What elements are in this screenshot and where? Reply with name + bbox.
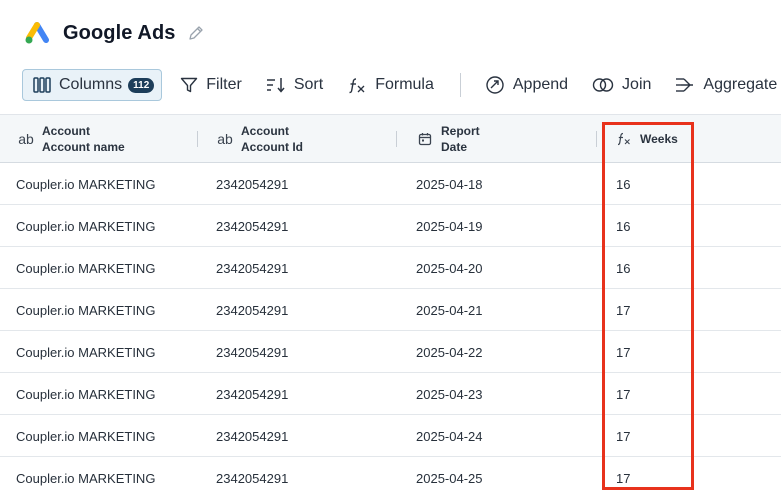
table-row[interactable]: Coupler.io MARKETING 2342054291 2025-04-21…	[0, 289, 781, 331]
cell-account-id[interactable]: 2342054291	[216, 205, 288, 247]
column-resize-handle[interactable]	[396, 131, 397, 147]
cell-report-date[interactable]: 2025-04-23	[416, 373, 483, 415]
data-grid: ab Account Account name ab Account Accou…	[0, 114, 781, 494]
cell-report-date[interactable]: 2025-04-22	[416, 331, 483, 373]
table-row[interactable]: Coupler.io MARKETING 2342054291 2025-04-25…	[0, 457, 781, 494]
toolbar: Columns 112 Filter Sort Formula Append J…	[22, 69, 781, 101]
join-button[interactable]: Join	[592, 69, 651, 101]
table-row[interactable]: Coupler.io MARKETING 2342054291 2025-04-24…	[0, 415, 781, 457]
aggregate-label: Aggregate	[703, 76, 778, 93]
cell-account-name[interactable]: Coupler.io MARKETING	[16, 289, 155, 331]
cell-report-date[interactable]: 2025-04-21	[416, 289, 483, 331]
filter-icon	[181, 77, 198, 93]
filter-label: Filter	[206, 76, 242, 93]
column-resize-handle[interactable]	[197, 131, 198, 147]
toolbar-divider	[459, 73, 461, 97]
cell-account-name[interactable]: Coupler.io MARKETING	[16, 331, 155, 373]
aggregate-icon	[676, 78, 694, 92]
calendar-icon	[417, 132, 433, 146]
join-icon	[592, 78, 614, 92]
formula-label: Formula	[375, 76, 434, 93]
columns-label: Columns	[59, 76, 123, 93]
cell-account-name[interactable]: Coupler.io MARKETING	[16, 163, 155, 205]
columns-button[interactable]: Columns 112	[22, 69, 163, 101]
cell-weeks[interactable]: 16	[616, 247, 630, 289]
cell-report-date[interactable]: 2025-04-20	[416, 247, 483, 289]
cell-account-name[interactable]: Coupler.io MARKETING	[16, 205, 155, 247]
cell-weeks[interactable]: 17	[616, 331, 630, 373]
formula-button[interactable]: Formula	[347, 69, 434, 101]
cell-weeks[interactable]: 17	[616, 457, 630, 494]
google-ads-logo-icon	[25, 22, 49, 44]
cell-account-name[interactable]: Coupler.io MARKETING	[16, 373, 155, 415]
header-line-2: Date	[441, 140, 468, 154]
cell-account-id[interactable]: 2342054291	[216, 163, 288, 205]
append-label: Append	[512, 76, 569, 93]
cell-report-date[interactable]: 2025-04-19	[416, 205, 483, 247]
cell-weeks[interactable]: 17	[616, 373, 630, 415]
header-line-2: Account Id	[241, 140, 303, 154]
cell-weeks[interactable]: 16	[616, 205, 630, 247]
cell-account-id[interactable]: 2342054291	[216, 247, 288, 289]
page-title: Google Ads	[63, 21, 176, 44]
append-button[interactable]: Append	[485, 69, 568, 101]
table-row[interactable]: Coupler.io MARKETING 2342054291 2025-04-19…	[0, 205, 781, 247]
table-row[interactable]: Coupler.io MARKETING 2342054291 2025-04-22…	[0, 331, 781, 373]
cell-account-id[interactable]: 2342054291	[216, 373, 288, 415]
column-header-report-date[interactable]: Report Date	[417, 115, 480, 163]
cell-account-id[interactable]: 2342054291	[216, 415, 288, 457]
table-row[interactable]: Coupler.io MARKETING 2342054291 2025-04-23…	[0, 373, 781, 415]
column-header-account-id[interactable]: ab Account Account Id	[217, 115, 303, 163]
header-line-1: Report	[441, 124, 480, 138]
grid-header: ab Account Account name ab Account Accou…	[0, 114, 781, 163]
column-header-account-name[interactable]: ab Account Account name	[18, 115, 125, 163]
header-line-1: Account	[42, 124, 90, 138]
sort-icon	[266, 78, 285, 93]
cell-weeks[interactable]: 17	[616, 415, 630, 457]
table-row[interactable]: Coupler.io MARKETING 2342054291 2025-04-20…	[0, 247, 781, 289]
column-resize-handle[interactable]	[596, 131, 597, 147]
cell-weeks[interactable]: 17	[616, 289, 630, 331]
grid-body: Coupler.io MARKETING 2342054291 2025-04-18…	[0, 163, 781, 494]
cell-report-date[interactable]: 2025-04-25	[416, 457, 483, 494]
pencil-icon[interactable]	[187, 24, 205, 42]
cell-account-id[interactable]: 2342054291	[216, 289, 288, 331]
columns-icon	[33, 77, 51, 93]
columns-count-badge: 112	[128, 77, 155, 93]
text-type-icon: ab	[217, 131, 233, 147]
filter-button[interactable]: Filter	[180, 69, 242, 101]
header-line-2: Account name	[42, 140, 125, 154]
aggregate-button[interactable]: Aggregate	[675, 69, 777, 101]
title-bar: Google Ads	[24, 18, 205, 48]
formula-icon	[349, 78, 365, 94]
sort-label: Sort	[293, 76, 324, 93]
join-label: Join	[622, 76, 652, 93]
cell-account-id[interactable]: 2342054291	[216, 331, 288, 373]
cell-account-name[interactable]: Coupler.io MARKETING	[16, 247, 155, 289]
text-type-icon: ab	[18, 131, 34, 147]
header-line-1: Account	[241, 124, 289, 138]
cell-account-name[interactable]: Coupler.io MARKETING	[16, 415, 155, 457]
sort-button[interactable]: Sort	[266, 69, 323, 101]
header-line-1: Weeks	[640, 132, 678, 146]
cell-report-date[interactable]: 2025-04-18	[416, 163, 483, 205]
cell-account-name[interactable]: Coupler.io MARKETING	[16, 457, 155, 494]
append-icon	[486, 76, 504, 94]
column-header-weeks[interactable]: Weeks	[616, 115, 678, 163]
table-row[interactable]: Coupler.io MARKETING 2342054291 2025-04-18…	[0, 163, 781, 205]
cell-account-id[interactable]: 2342054291	[216, 457, 288, 494]
cell-report-date[interactable]: 2025-04-24	[416, 415, 483, 457]
cell-weeks[interactable]: 16	[616, 163, 630, 205]
formula-icon	[616, 132, 632, 146]
